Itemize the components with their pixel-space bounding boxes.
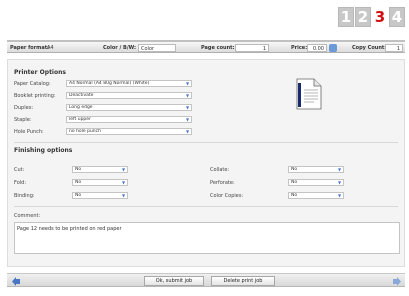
- paper-catalog-label: Paper Catalog:: [14, 81, 51, 87]
- booklet-printing-select[interactable]: Deactivate ▼: [66, 92, 192, 99]
- step-indicator: 1 2 3 4: [338, 7, 405, 27]
- hole-punch-select[interactable]: no hole punch ▼: [66, 128, 192, 135]
- section-divider: [14, 206, 398, 207]
- chevron-down-icon: ▼: [185, 93, 190, 98]
- chevron-down-icon: ▼: [185, 117, 190, 122]
- duplex-select[interactable]: Long edge ▼: [66, 104, 192, 111]
- collate-select[interactable]: No ▼: [288, 166, 344, 173]
- duplex-label: Duplex:: [14, 105, 34, 111]
- hole-punch-label: Hole Punch:: [14, 129, 44, 135]
- options-panel: Printer Options Paper Catalog: A4 Normal…: [7, 59, 405, 267]
- paper-format-label: Paper format:: [10, 45, 50, 51]
- copy-count-value[interactable]: 1: [385, 44, 403, 52]
- staple-value: left upper: [69, 117, 91, 122]
- paper-catalog-value: A4 Normal (A4 80g Normal) (White): [69, 81, 150, 86]
- chevron-down-icon: ▼: [121, 193, 126, 198]
- back-arrow-icon[interactable]: [11, 276, 21, 286]
- step-3-active[interactable]: 3: [372, 7, 388, 27]
- staple-label: Staple:: [14, 117, 32, 123]
- color-copies-label: Color Copies:: [210, 193, 244, 199]
- binding-value: No: [75, 193, 82, 198]
- booklet-printing-value: Deactivate: [69, 93, 94, 98]
- chevron-down-icon: ▼: [185, 81, 190, 86]
- cut-select[interactable]: No ▼: [72, 166, 128, 173]
- hole-punch-value: no hole punch: [69, 129, 101, 134]
- perforate-value: No: [291, 180, 298, 185]
- comment-text: Page 12 needs to be printed on red paper: [17, 226, 122, 232]
- chevron-down-icon: ▼: [121, 180, 126, 185]
- page-count-label: Page count:: [201, 45, 235, 51]
- comment-textarea[interactable]: Page 12 needs to be printed on red paper: [14, 222, 400, 254]
- color-copies-select[interactable]: No ▼: [288, 192, 344, 199]
- binding-select[interactable]: No ▼: [72, 192, 128, 199]
- paper-catalog-select[interactable]: A4 Normal (A4 80g Normal) (White) ▼: [66, 80, 192, 87]
- step-2[interactable]: 2: [355, 7, 371, 27]
- staple-select[interactable]: left upper ▼: [66, 116, 192, 123]
- action-bar: Ok, submit job Delete print job: [7, 273, 405, 287]
- perforate-select[interactable]: No ▼: [288, 179, 344, 186]
- color-label: Color / B/W:: [103, 45, 137, 51]
- printer-options-title: Printer Options: [14, 69, 66, 76]
- chevron-down-icon: ▼: [185, 129, 190, 134]
- paper-format-value: A4: [47, 45, 54, 51]
- collate-label: Collate:: [210, 167, 230, 173]
- job-info-bar: Paper format: A4 Color / B/W: Color Page…: [7, 40, 405, 53]
- finishing-options-title: Finishing options: [14, 147, 73, 154]
- step-4[interactable]: 4: [389, 7, 405, 27]
- submit-job-button[interactable]: Ok, submit job: [144, 276, 204, 286]
- chevron-down-icon: ▼: [337, 167, 342, 172]
- price-info-icon[interactable]: [329, 44, 337, 52]
- perforate-label: Perforate:: [210, 180, 235, 186]
- cut-value: No: [75, 167, 82, 172]
- step-1[interactable]: 1: [338, 7, 354, 27]
- chevron-down-icon: ▼: [185, 105, 190, 110]
- comment-label: Comment:: [14, 213, 41, 219]
- color-value: Color: [138, 44, 176, 52]
- binding-label: Binding:: [14, 193, 35, 199]
- delete-job-button[interactable]: Delete print job: [211, 276, 275, 286]
- booklet-printing-label: Booklet printing:: [14, 93, 56, 99]
- chevron-down-icon: ▼: [337, 193, 342, 198]
- chevron-down-icon: ▼: [121, 167, 126, 172]
- section-divider: [14, 142, 398, 143]
- fold-value: No: [75, 180, 82, 185]
- cut-label: Cut:: [14, 167, 25, 173]
- chevron-down-icon: ▼: [337, 180, 342, 185]
- collate-value: No: [291, 167, 298, 172]
- fold-select[interactable]: No ▼: [72, 179, 128, 186]
- price-value: 0.00: [307, 44, 327, 52]
- fold-label: Fold:: [14, 180, 27, 186]
- forward-arrow-icon[interactable]: [391, 276, 401, 286]
- price-label: Price:: [291, 45, 308, 51]
- duplex-value: Long edge: [69, 105, 93, 110]
- copy-count-label: Copy Count:: [352, 45, 387, 51]
- color-copies-value: No: [291, 193, 298, 198]
- page-count-value: 1: [235, 44, 269, 52]
- document-preview-icon: [296, 78, 322, 110]
